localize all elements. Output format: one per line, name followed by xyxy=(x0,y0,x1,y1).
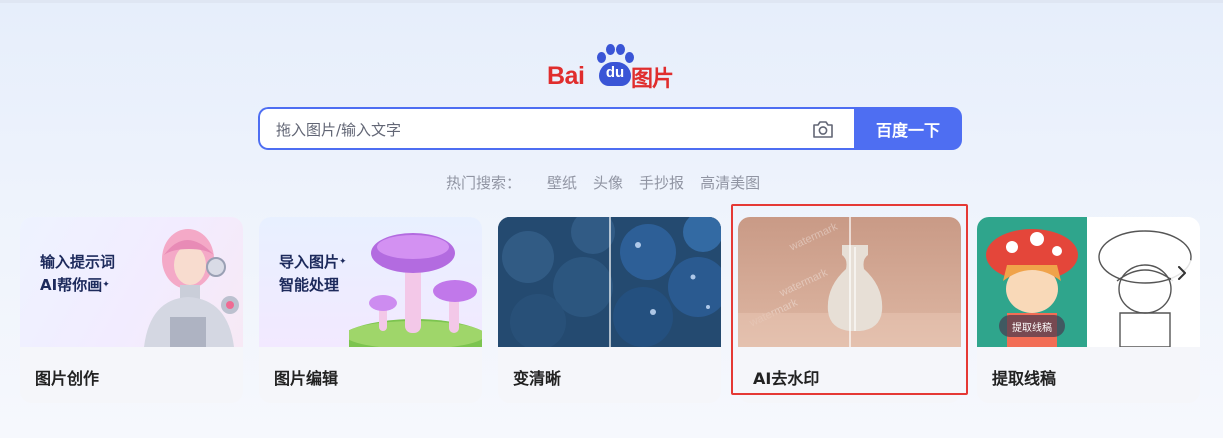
card-image-editing[interactable]: 导入图片✦ 智能处理 图片编辑 xyxy=(259,217,482,403)
card-image: 提取线稿 xyxy=(977,217,1200,347)
card-image: 导入图片✦ 智能处理 xyxy=(259,217,482,347)
hot-search: 热门搜索： 壁纸 头像 手抄报 高清美图 xyxy=(446,172,776,193)
card-watermark-removal[interactable]: watermark watermark watermark AI去水印 xyxy=(738,217,961,403)
paw-icon: du xyxy=(595,44,635,88)
hot-keyword[interactable]: 高清美图 xyxy=(700,172,760,193)
mushroom-illustration xyxy=(349,233,482,347)
blueberries-illustration xyxy=(498,217,721,347)
card-caption: AI去水印 xyxy=(753,369,820,388)
camera-icon[interactable] xyxy=(812,119,834,139)
card-line-art[interactable]: 提取线稿 提取线稿 xyxy=(977,217,1200,403)
baidu-image-logo[interactable]: Bai du 图片 xyxy=(547,44,677,92)
logo-brand-text: Bai xyxy=(547,62,585,90)
card-image: 输入提示词 AI帮你画✦ xyxy=(20,217,243,347)
hot-keyword[interactable]: 头像 xyxy=(593,172,623,193)
hot-keyword[interactable]: 手抄报 xyxy=(639,172,684,193)
vase-illustration xyxy=(738,217,961,347)
hot-keyword[interactable]: 壁纸 xyxy=(547,172,577,193)
carousel-next-button[interactable] xyxy=(1171,259,1193,287)
extract-lineart-pill: 提取线稿 xyxy=(999,315,1065,337)
card-caption: 提取线稿 xyxy=(992,369,1057,388)
robot-girl-illustration xyxy=(144,229,239,347)
logo-product-text: 图片 xyxy=(631,67,674,92)
hot-search-label: 热门搜索： xyxy=(446,174,522,192)
card-image xyxy=(498,217,721,347)
search-bar: 百度一下 xyxy=(258,107,962,150)
card-caption: 图片编辑 xyxy=(274,369,339,388)
card-banner-text: 导入图片✦ 智能处理 xyxy=(279,253,347,294)
search-box xyxy=(258,107,854,150)
top-border xyxy=(0,0,1223,3)
card-enhance[interactable]: 变清晰 xyxy=(498,217,721,403)
chevron-right-icon xyxy=(1178,266,1186,280)
card-image: watermark watermark watermark xyxy=(738,217,961,347)
logo-paw-text: du xyxy=(605,64,625,81)
card-image-creation[interactable]: 输入提示词 AI帮你画✦ 图片创作 xyxy=(20,217,243,403)
card-caption: 图片创作 xyxy=(35,369,100,388)
card-banner-text: 输入提示词 AI帮你画✦ xyxy=(40,253,116,294)
card-caption: 变清晰 xyxy=(513,369,562,388)
search-button[interactable]: 百度一下 xyxy=(854,107,962,150)
search-input[interactable] xyxy=(274,109,798,150)
